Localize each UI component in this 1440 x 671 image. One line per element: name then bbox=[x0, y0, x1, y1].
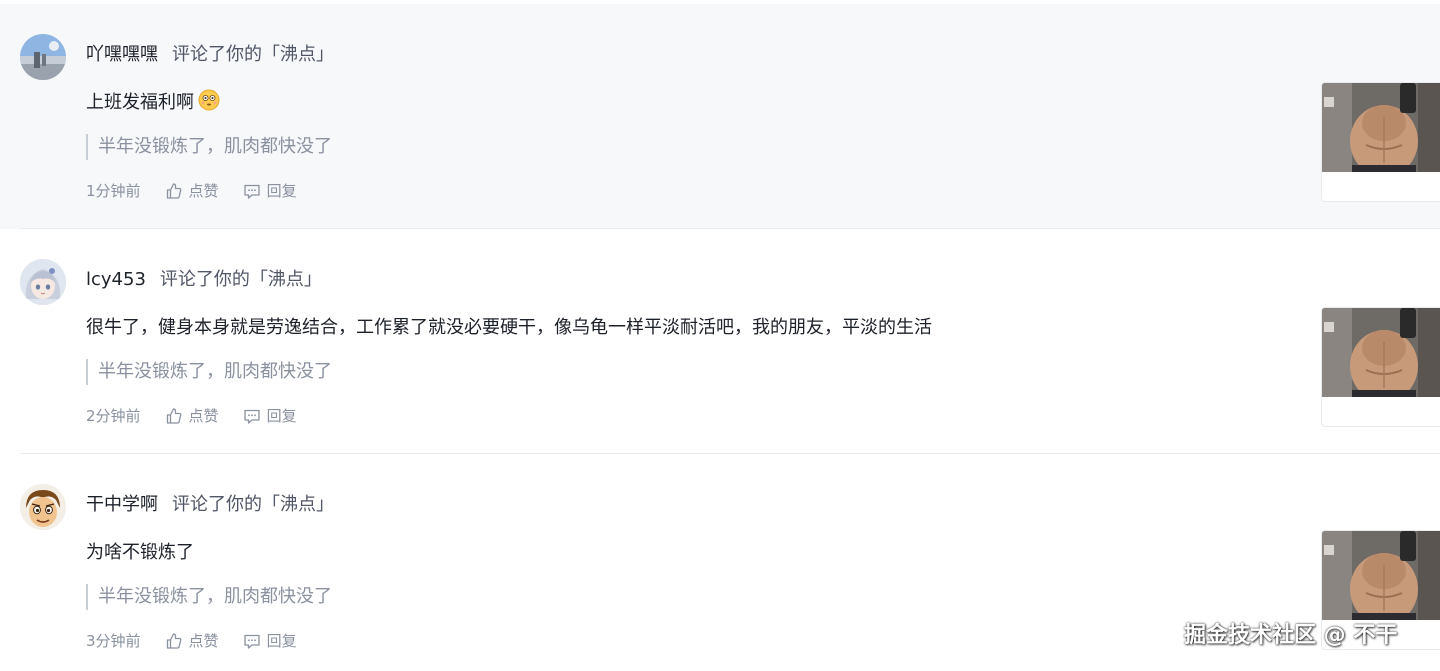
notification-header: 吖嘿嘿嘿 评论了你的「沸点」 bbox=[86, 42, 334, 68]
watermark: 掘金技术社区 @ 不干 bbox=[1184, 623, 1398, 648]
action-text: 评论了你的「沸点」 bbox=[172, 494, 334, 515]
timestamp: 1分钟前 bbox=[86, 182, 141, 200]
action-text: 评论了你的「沸点」 bbox=[159, 269, 322, 290]
reply-button[interactable]: 回复 bbox=[243, 180, 297, 202]
anime-girl-avatar-image bbox=[20, 259, 66, 305]
action-text: 评论了你的「沸点」 bbox=[172, 44, 334, 65]
post-image bbox=[1322, 308, 1440, 397]
comment-text: 为啥不锻炼了 bbox=[86, 539, 194, 567]
post-thumbnail[interactable] bbox=[1321, 307, 1440, 427]
post-image bbox=[1322, 83, 1440, 172]
comment-icon bbox=[243, 409, 260, 424]
like-button[interactable]: 点赞 bbox=[165, 630, 219, 652]
quoted-post[interactable]: 半年没锻炼了，肌肉都快没了 bbox=[86, 359, 332, 385]
notification-header: 干中学啊 评论了你的「沸点」 bbox=[86, 492, 334, 518]
post-image bbox=[1322, 531, 1440, 620]
notification-meta: 1分钟前 点赞 回复 bbox=[86, 180, 321, 202]
thumbs-up-icon bbox=[166, 183, 181, 199]
notification-meta: 2分钟前 点赞 回复 bbox=[86, 405, 321, 427]
username[interactable]: lcy453 bbox=[86, 269, 146, 290]
thumbs-up-icon bbox=[166, 633, 181, 649]
comment-text: 很牛了，健身本身就是劳逸结合，工作累了就没必要硬干，像乌龟一样平淡耐活吧，我的朋… bbox=[86, 314, 932, 342]
comment-icon bbox=[243, 184, 260, 199]
notification-list: 吖嘿嘿嘿 评论了你的「沸点」 上班发福利啊 半年没锻炼了，肌肉都快没了 1分钟前 … bbox=[0, 0, 1440, 671]
username[interactable]: 干中学啊 bbox=[86, 494, 158, 515]
landscape-avatar-image bbox=[20, 34, 66, 80]
like-button[interactable]: 点赞 bbox=[165, 180, 219, 202]
avatar[interactable] bbox=[20, 34, 66, 80]
quoted-post[interactable]: 半年没锻炼了，肌肉都快没了 bbox=[86, 584, 332, 610]
notification-meta: 3分钟前 点赞 回复 bbox=[86, 630, 321, 652]
timestamp: 2分钟前 bbox=[86, 407, 141, 425]
reply-label: 回复 bbox=[266, 632, 297, 650]
reply-button[interactable]: 回复 bbox=[243, 630, 297, 652]
like-label: 点赞 bbox=[188, 407, 219, 425]
quoted-post[interactable]: 半年没锻炼了，肌肉都快没了 bbox=[86, 134, 332, 160]
comment-text: 上班发福利啊 bbox=[86, 89, 220, 120]
avatar[interactable] bbox=[20, 484, 66, 530]
username[interactable]: 吖嘿嘿嘿 bbox=[86, 44, 158, 65]
avatar[interactable] bbox=[20, 259, 66, 305]
like-label: 点赞 bbox=[188, 182, 219, 200]
thumbs-up-icon bbox=[166, 408, 181, 424]
like-button[interactable]: 点赞 bbox=[165, 405, 219, 427]
post-thumbnail[interactable] bbox=[1321, 82, 1440, 202]
emoji-icon bbox=[198, 89, 220, 120]
comment-body: 上班发福利啊 bbox=[86, 92, 194, 113]
reply-label: 回复 bbox=[266, 182, 297, 200]
comment-icon bbox=[243, 634, 260, 649]
reply-label: 回复 bbox=[266, 407, 297, 425]
reply-button[interactable]: 回复 bbox=[243, 405, 297, 427]
notification-header: lcy453 评论了你的「沸点」 bbox=[86, 267, 322, 293]
timestamp: 3分钟前 bbox=[86, 632, 141, 650]
notification-item[interactable]: 吖嘿嘿嘿 评论了你的「沸点」 上班发福利啊 半年没锻炼了，肌肉都快没了 1分钟前 … bbox=[0, 4, 1440, 229]
notification-item[interactable]: lcy453 评论了你的「沸点」 很牛了，健身本身就是劳逸结合，工作累了就没必要硬… bbox=[0, 229, 1440, 454]
cartoon-face-avatar-image bbox=[20, 484, 66, 530]
like-label: 点赞 bbox=[188, 632, 219, 650]
comment-body: 很牛了，健身本身就是劳逸结合，工作累了就没必要硬干，像乌龟一样平淡耐活吧，我的朋… bbox=[86, 317, 932, 338]
comment-body: 为啥不锻炼了 bbox=[86, 542, 194, 563]
